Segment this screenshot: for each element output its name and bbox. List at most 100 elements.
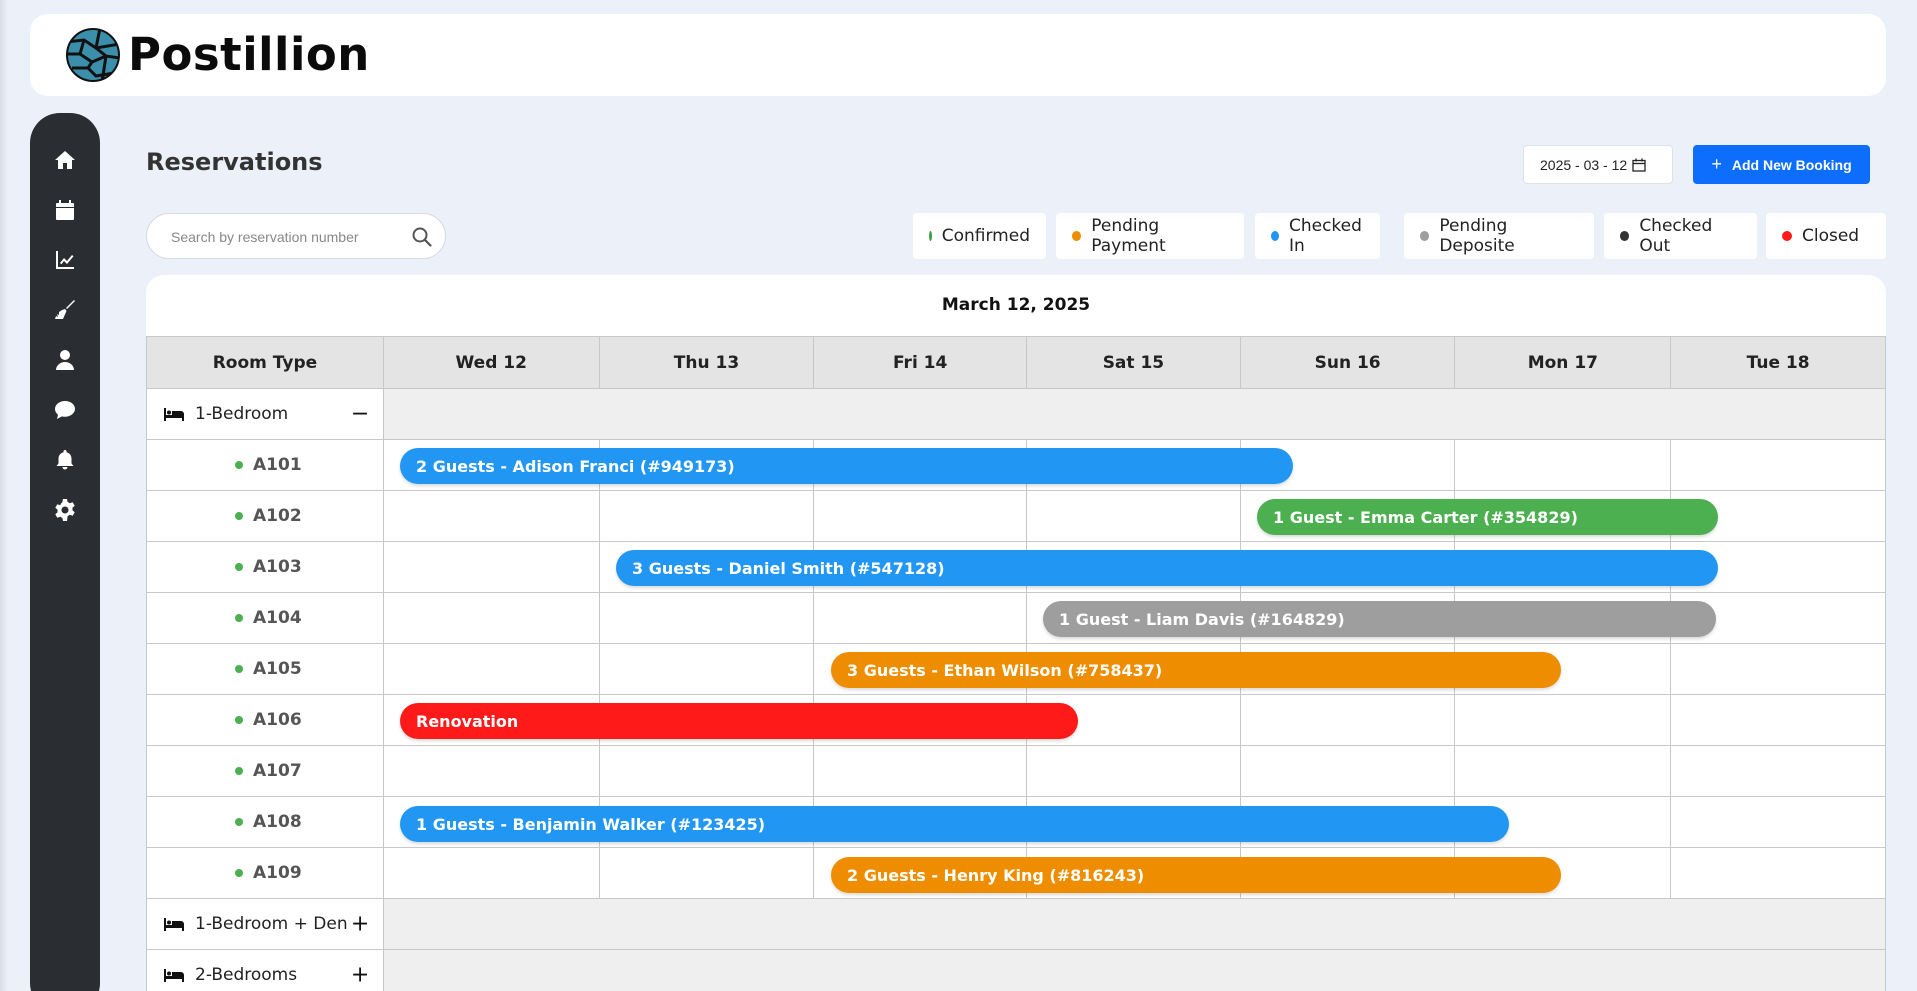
day-cell[interactable] bbox=[1239, 745, 1456, 797]
booking-bar[interactable]: 1 Guest - Liam Davis (#164829) bbox=[1043, 601, 1716, 637]
gear-icon[interactable] bbox=[51, 496, 79, 524]
chart-line-icon[interactable] bbox=[51, 246, 79, 274]
room-number: A101 bbox=[253, 455, 302, 475]
booking-bar[interactable]: 3 Guests - Ethan Wilson (#758437) bbox=[831, 652, 1561, 688]
room-type-header: Room Type bbox=[146, 336, 384, 389]
day-cell[interactable] bbox=[1239, 694, 1456, 746]
room-status-dot bbox=[235, 512, 243, 520]
bed-icon bbox=[164, 918, 184, 931]
booking-bar[interactable]: Renovation bbox=[400, 703, 1078, 739]
broom-icon[interactable] bbox=[51, 296, 79, 324]
day-header: Mon 17 bbox=[1454, 336, 1672, 389]
room-cell: A109 bbox=[146, 847, 384, 899]
day-cell[interactable] bbox=[813, 490, 1028, 542]
day-cell[interactable] bbox=[1670, 745, 1886, 797]
day-cell[interactable] bbox=[382, 541, 600, 593]
calendar-icon[interactable] bbox=[51, 196, 79, 224]
booking-bar[interactable]: 1 Guests - Benjamin Walker (#123425) bbox=[400, 806, 1509, 842]
room-number: A109 bbox=[253, 863, 302, 883]
day-cell[interactable] bbox=[382, 490, 600, 542]
legend-label: Pending Payment bbox=[1091, 216, 1166, 256]
room-cell: A108 bbox=[146, 796, 384, 848]
reservation-search bbox=[146, 213, 446, 259]
room-group-row: 1-Bedroom + Den + bbox=[146, 898, 1886, 950]
room-number: A108 bbox=[253, 812, 302, 832]
day-header: Sat 15 bbox=[1026, 336, 1241, 389]
legend-closed: Closed bbox=[1766, 213, 1886, 259]
room-group-fill bbox=[382, 898, 1886, 950]
day-cell[interactable] bbox=[598, 745, 815, 797]
status-dot bbox=[1271, 231, 1279, 241]
room-group-cell: 1-Bedroom − bbox=[146, 388, 384, 440]
legend-pending-deposite: Pending Deposite bbox=[1404, 213, 1594, 259]
day-header: Fri 14 bbox=[813, 336, 1028, 389]
window-edge-shadow bbox=[0, 0, 8, 991]
room-group-label: 1-Bedroom + Den bbox=[195, 914, 348, 934]
legend-pending-payment: Pending Payment bbox=[1056, 213, 1244, 259]
legend-label: Pending Deposite bbox=[1439, 216, 1515, 256]
room-cell: A101 bbox=[146, 439, 384, 491]
room-number: A102 bbox=[253, 506, 302, 526]
room-cell: A102 bbox=[146, 490, 384, 542]
day-cell[interactable] bbox=[382, 745, 600, 797]
room-group-label: 2-Bedrooms bbox=[195, 965, 298, 985]
room-group-cell: 2-Bedrooms + bbox=[146, 949, 384, 991]
status-dot bbox=[929, 231, 932, 241]
legend-checked-out: Checked Out bbox=[1604, 213, 1757, 259]
sidebar bbox=[30, 113, 100, 991]
day-cell[interactable] bbox=[1454, 439, 1672, 491]
add-new-booking-button[interactable]: + Add New Booking bbox=[1693, 145, 1870, 184]
plus-icon: + bbox=[1711, 154, 1722, 174]
day-cell[interactable] bbox=[382, 847, 600, 899]
bed-icon bbox=[164, 969, 184, 982]
day-cell[interactable] bbox=[598, 592, 815, 644]
room-number: A105 bbox=[253, 659, 302, 679]
room-group-label: 1-Bedroom bbox=[195, 404, 289, 424]
room-group-row: 1-Bedroom − bbox=[146, 388, 1886, 440]
day-cell[interactable] bbox=[1670, 643, 1886, 695]
page-title: Reservations bbox=[146, 148, 323, 176]
chat-icon[interactable] bbox=[51, 396, 79, 424]
day-cell[interactable] bbox=[1026, 745, 1241, 797]
booking-bar[interactable]: 1 Guest - Emma Carter (#354829) bbox=[1257, 499, 1718, 535]
search-icon[interactable] bbox=[411, 226, 433, 248]
room-status-dot bbox=[235, 614, 243, 622]
brand-name: Postillion bbox=[128, 28, 370, 81]
day-cell[interactable] bbox=[598, 490, 815, 542]
day-cell[interactable] bbox=[1670, 847, 1886, 899]
day-cell[interactable] bbox=[382, 643, 600, 695]
home-icon[interactable] bbox=[51, 146, 79, 174]
legend-confirmed: Confirmed bbox=[913, 213, 1046, 259]
room-group-cell: 1-Bedroom + Den + bbox=[146, 898, 384, 950]
expand-toggle[interactable]: + bbox=[351, 912, 369, 937]
room-group-fill bbox=[382, 949, 1886, 991]
day-cell[interactable] bbox=[1670, 439, 1886, 491]
status-dot bbox=[1072, 231, 1082, 241]
expand-toggle[interactable]: + bbox=[351, 963, 369, 988]
day-header: Tue 18 bbox=[1670, 336, 1886, 389]
day-cell[interactable] bbox=[382, 592, 600, 644]
collapse-toggle[interactable]: − bbox=[351, 402, 369, 427]
day-cell[interactable] bbox=[813, 745, 1028, 797]
top-header: Postillion bbox=[30, 14, 1886, 96]
bed-icon bbox=[164, 408, 184, 421]
room-group-row: 2-Bedrooms + bbox=[146, 949, 1886, 991]
booking-bar[interactable]: 2 Guests - Adison Franci (#949173) bbox=[400, 448, 1293, 484]
legend-label: Checked Out bbox=[1639, 216, 1713, 256]
user-icon[interactable] bbox=[51, 346, 79, 374]
search-input[interactable] bbox=[171, 226, 391, 248]
bell-icon[interactable] bbox=[51, 446, 79, 474]
day-cell[interactable] bbox=[1454, 745, 1672, 797]
day-cell[interactable] bbox=[1454, 694, 1672, 746]
booking-bar[interactable]: 3 Guests - Daniel Smith (#547128) bbox=[616, 550, 1718, 586]
day-cell[interactable] bbox=[1026, 490, 1241, 542]
day-cell[interactable] bbox=[598, 847, 815, 899]
room-number: A103 bbox=[253, 557, 302, 577]
day-cell[interactable] bbox=[1670, 694, 1886, 746]
legend-label: Checked In bbox=[1288, 216, 1362, 256]
date-picker[interactable]: 2025 - 03 - 12 bbox=[1523, 145, 1673, 184]
day-cell[interactable] bbox=[1670, 796, 1886, 848]
booking-bar[interactable]: 2 Guests - Henry King (#816243) bbox=[831, 857, 1561, 893]
day-cell[interactable] bbox=[598, 643, 815, 695]
day-cell[interactable] bbox=[813, 592, 1028, 644]
